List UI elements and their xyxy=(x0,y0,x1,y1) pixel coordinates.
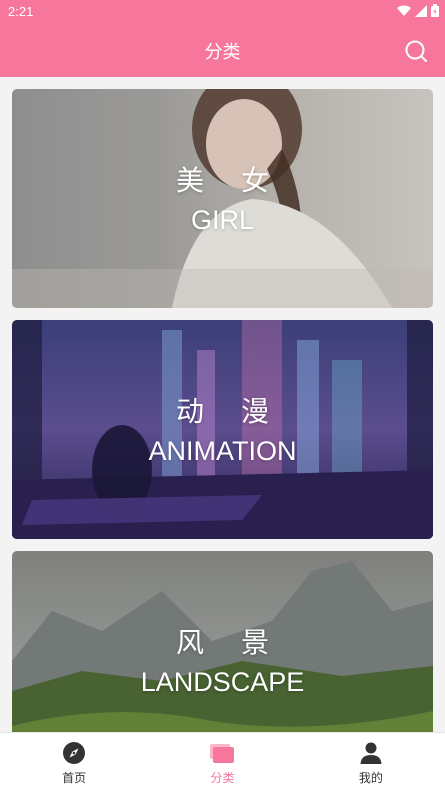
category-title-cn: 动 漫 xyxy=(176,395,283,428)
compass-icon xyxy=(61,740,87,766)
nav-item-home[interactable]: 首页 xyxy=(0,733,148,791)
nav-label: 首页 xyxy=(62,771,87,785)
status-icons xyxy=(397,4,439,17)
nav-item-categories[interactable]: 分类 xyxy=(148,733,296,791)
search-button[interactable] xyxy=(403,38,429,64)
nav-item-mine[interactable]: 我的 xyxy=(297,733,445,791)
app-bar: 2:21 分类 xyxy=(0,0,445,77)
status-bar: 2:21 xyxy=(0,0,445,24)
category-title-en: LANDSCAPE xyxy=(140,667,305,697)
page-title: 分类 xyxy=(204,42,241,63)
category-title-cn: 风 景 xyxy=(176,626,283,659)
person-icon xyxy=(358,740,384,766)
bottom-nav: 首页 分类 我的 xyxy=(0,732,445,791)
category-title-cn: 美 女 xyxy=(176,164,283,197)
cards-icon xyxy=(209,740,235,766)
category-title-en: GIRL xyxy=(190,205,255,235)
category-title-en: ANIMATION xyxy=(148,436,297,466)
signal-icon xyxy=(415,4,427,17)
status-time: 2:21 xyxy=(8,4,34,19)
battery-icon xyxy=(431,4,439,17)
nav-label: 我的 xyxy=(358,771,383,785)
category-card-girl[interactable]: 美 女 GIRL xyxy=(12,89,433,308)
category-list[interactable]: 美 女 GIRL 动 漫 ANIMATION 风 景 LANDSCAPE xyxy=(0,77,445,732)
category-card-animation[interactable]: 动 漫 ANIMATION xyxy=(12,320,433,539)
wifi-icon xyxy=(397,5,411,16)
category-card-landscape[interactable]: 风 景 LANDSCAPE xyxy=(12,551,433,732)
search-icon xyxy=(405,40,427,62)
nav-label: 分类 xyxy=(210,771,235,785)
